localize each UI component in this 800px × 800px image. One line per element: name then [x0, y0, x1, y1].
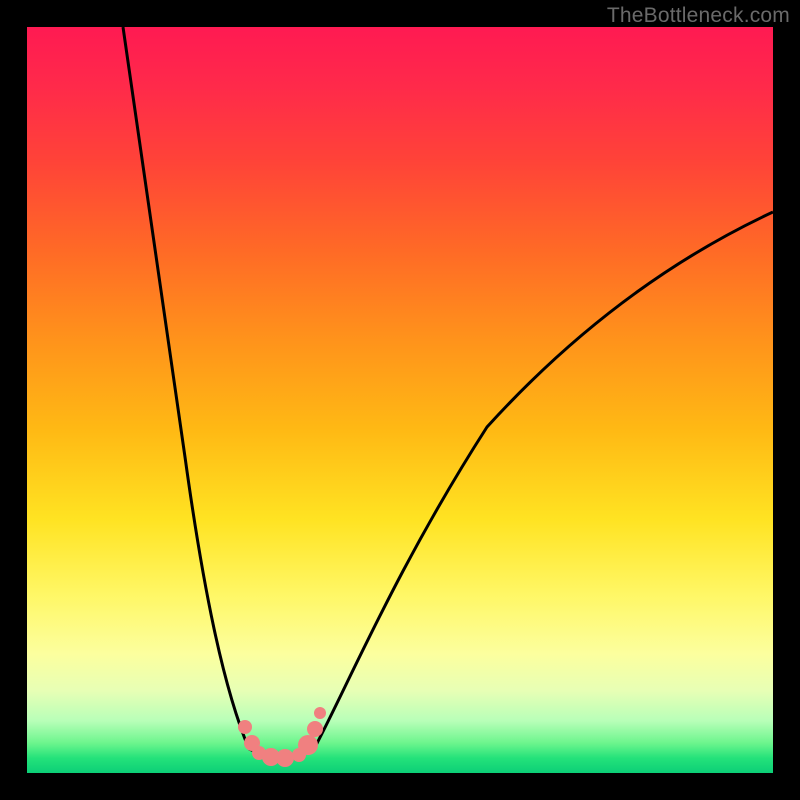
watermark-text: TheBottleneck.com — [607, 4, 790, 28]
valley-markers — [238, 707, 326, 767]
chart-frame — [27, 27, 773, 773]
curve-right — [315, 212, 773, 747]
curve-left — [123, 27, 249, 749]
curve-layer — [27, 27, 773, 773]
